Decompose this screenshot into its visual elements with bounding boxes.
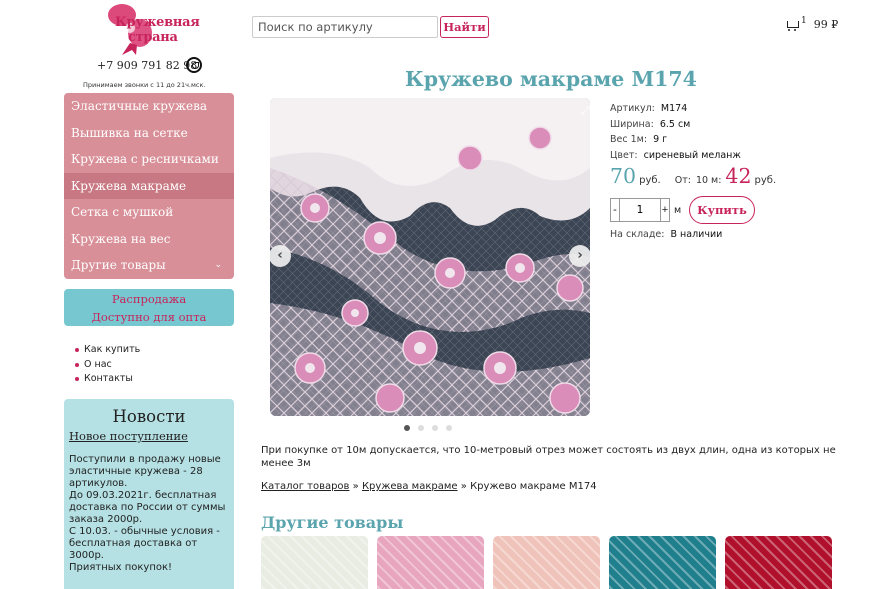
product-title: Кружево макраме М174 — [405, 67, 697, 91]
stock-value: В наличии — [670, 229, 723, 240]
fullscreen-icon[interactable]: ⤢ — [581, 104, 590, 118]
call-hours: Принимаем звонки с 11 до 21ч.мск. — [83, 81, 206, 89]
color-label: Цвет: — [610, 149, 638, 161]
menu-item-dot-mesh[interactable]: Сетка с мушкой — [64, 199, 234, 226]
chevron-down-icon[interactable]: ⌄ — [214, 252, 222, 279]
cart[interactable]: 1 99 ₽ — [786, 16, 839, 32]
carousel-dot[interactable] — [432, 425, 438, 431]
product-attributes: Артикул: М174 Ширина: 6.5 см Вес 1м: 9 г… — [610, 101, 741, 163]
breadcrumb: Каталог товаров » Кружева макраме » Круж… — [261, 481, 597, 492]
breadcrumb-category[interactable]: Кружева макраме — [362, 481, 458, 492]
search-input[interactable] — [252, 16, 438, 38]
logo-text-line1: Кружевная — [115, 15, 200, 30]
carousel-dot[interactable] — [446, 425, 452, 431]
menu-item-embroidery[interactable]: Вышивка на сетке — [64, 120, 234, 147]
stock-status: На складе: В наличии — [610, 229, 722, 240]
buy-button[interactable]: Купить — [689, 196, 755, 224]
cart-total: 99 ₽ — [813, 18, 839, 31]
news-body: Поступили в продажу новые эластичные кру… — [69, 454, 226, 573]
stock-label: На складе: — [610, 229, 665, 240]
carousel-dots — [404, 425, 452, 431]
link-how-to-buy[interactable]: Как купить — [75, 343, 140, 358]
width-value: 6.5 см — [659, 118, 691, 130]
product-thumbnail[interactable] — [261, 536, 368, 589]
product-thumbnail[interactable] — [725, 536, 832, 589]
whatsapp-icon[interactable] — [186, 57, 202, 73]
other-products-list — [261, 536, 832, 589]
cart-count: 1 — [801, 16, 807, 26]
article-value: М174 — [660, 103, 688, 114]
retail-price-unit: руб. — [639, 175, 661, 186]
product-photo-carousel[interactable]: ⤢ ‹ › — [270, 98, 590, 416]
retail-price: 70 — [610, 164, 637, 188]
breadcrumb-current: Кружево макраме М174 — [470, 481, 597, 492]
next-slide-button[interactable]: › — [569, 245, 590, 267]
carousel-dot[interactable] — [418, 425, 424, 431]
phone-number[interactable]: +7 909 791 82 98 — [97, 59, 197, 72]
article-label: Артикул: — [610, 103, 655, 114]
search-button[interactable]: Найти — [440, 16, 489, 38]
menu-item-eyelash[interactable]: Кружева с ресничками — [64, 146, 234, 173]
qty-input[interactable] — [620, 198, 660, 222]
link-contacts[interactable]: Контакты — [75, 372, 140, 387]
quantity-stepper: - + м — [610, 198, 681, 222]
sale-banner[interactable]: Распродажа Доступно для опта — [64, 289, 234, 326]
purchase-note: При покупке от 10м допускается, что 10-м… — [261, 445, 836, 469]
news-link[interactable]: Новое поступление — [69, 429, 229, 443]
link-about[interactable]: О нас — [75, 358, 140, 373]
other-products-title: Другие товары — [261, 513, 404, 532]
wholesale-qty: 10 м: — [695, 175, 722, 186]
menu-item-other-label: Другие товары — [71, 258, 166, 272]
weight-value: 9 г — [653, 134, 668, 145]
logo-text-line2: страна — [128, 30, 178, 45]
product-thumbnail[interactable] — [493, 536, 600, 589]
info-links: Как купить О нас Контакты — [75, 343, 140, 387]
breadcrumb-separator: » — [460, 481, 467, 492]
news-title: Новости — [112, 407, 186, 426]
category-menu: Эластичные кружева Вышивка на сетке Круж… — [64, 93, 234, 279]
site-logo[interactable]: Кружевная страна — [100, 3, 200, 55]
qty-unit: м — [674, 204, 682, 216]
cart-icon — [786, 20, 799, 32]
previous-slide-button[interactable]: ‹ — [270, 245, 291, 267]
wholesale-price-unit: руб. — [754, 175, 777, 186]
color-value: сиреневый меланж — [643, 149, 741, 161]
sale-title: Распродажа — [111, 292, 187, 306]
sale-subtitle: Доступно для опта — [91, 310, 207, 324]
price-row: 70 руб. От: 10 м: 42 руб. — [610, 164, 776, 188]
breadcrumb-catalog[interactable]: Каталог товаров — [261, 481, 349, 492]
width-label: Ширина: — [610, 118, 654, 130]
breadcrumb-separator: » — [352, 481, 359, 492]
wholesale-price: 42 — [725, 164, 752, 188]
product-thumbnail[interactable] — [609, 536, 716, 589]
menu-item-elastic[interactable]: Эластичные кружева — [64, 93, 234, 120]
weight-label: Вес 1м: — [610, 134, 648, 145]
menu-item-other[interactable]: Другие товары ⌄ — [64, 252, 234, 279]
news-panel: Новости Новое поступление Поступили в пр… — [64, 399, 234, 589]
qty-minus-button[interactable]: - — [610, 198, 620, 222]
qty-plus-button[interactable]: + — [660, 198, 670, 222]
menu-item-by-weight[interactable]: Кружева на вес — [64, 226, 234, 253]
product-thumbnail[interactable] — [377, 536, 484, 589]
wholesale-from-label: От: — [674, 175, 691, 186]
menu-item-macrame[interactable]: Кружева макраме — [64, 172, 234, 199]
product-photo — [270, 98, 590, 416]
carousel-dot[interactable] — [404, 425, 410, 431]
